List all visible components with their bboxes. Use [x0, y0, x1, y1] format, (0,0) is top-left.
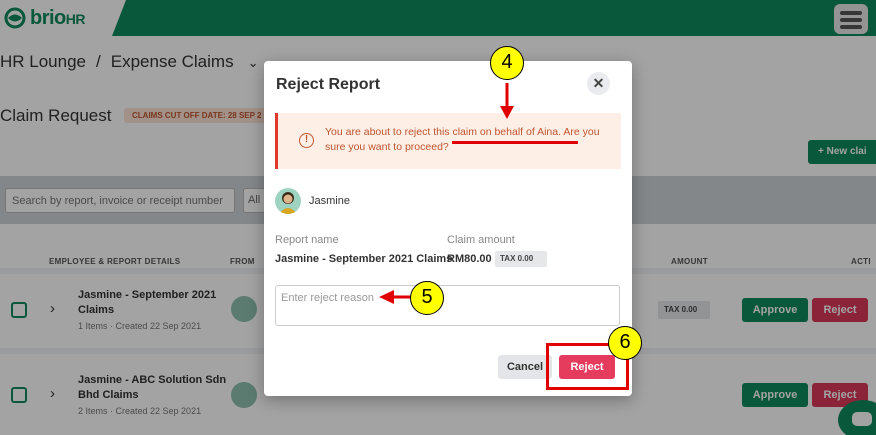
claim-amount-value: RM80.00 [447, 253, 492, 265]
claim-amount-label: Claim amount [447, 234, 515, 246]
info-icon: ! [299, 133, 314, 148]
highlight-underline [452, 141, 578, 144]
alert-message: You are about to reject this claim on be… [325, 126, 600, 153]
avatar [275, 188, 301, 214]
step-marker-6: 6 [608, 326, 642, 360]
step-marker-4: 4 [490, 46, 524, 80]
tax-badge: TAX 0.00 [495, 251, 547, 267]
close-icon[interactable]: ✕ [587, 72, 610, 95]
cancel-button[interactable]: Cancel [498, 355, 552, 379]
reject-reason-input[interactable] [275, 285, 620, 326]
report-name-label: Report name [275, 234, 339, 246]
report-name-value: Jasmine - September 2021 Claims [275, 253, 453, 265]
modal-title: Reject Report [276, 76, 381, 93]
employee-name: Jasmine [309, 195, 350, 207]
person-icon [279, 192, 297, 214]
step-marker-5: 5 [410, 281, 444, 315]
